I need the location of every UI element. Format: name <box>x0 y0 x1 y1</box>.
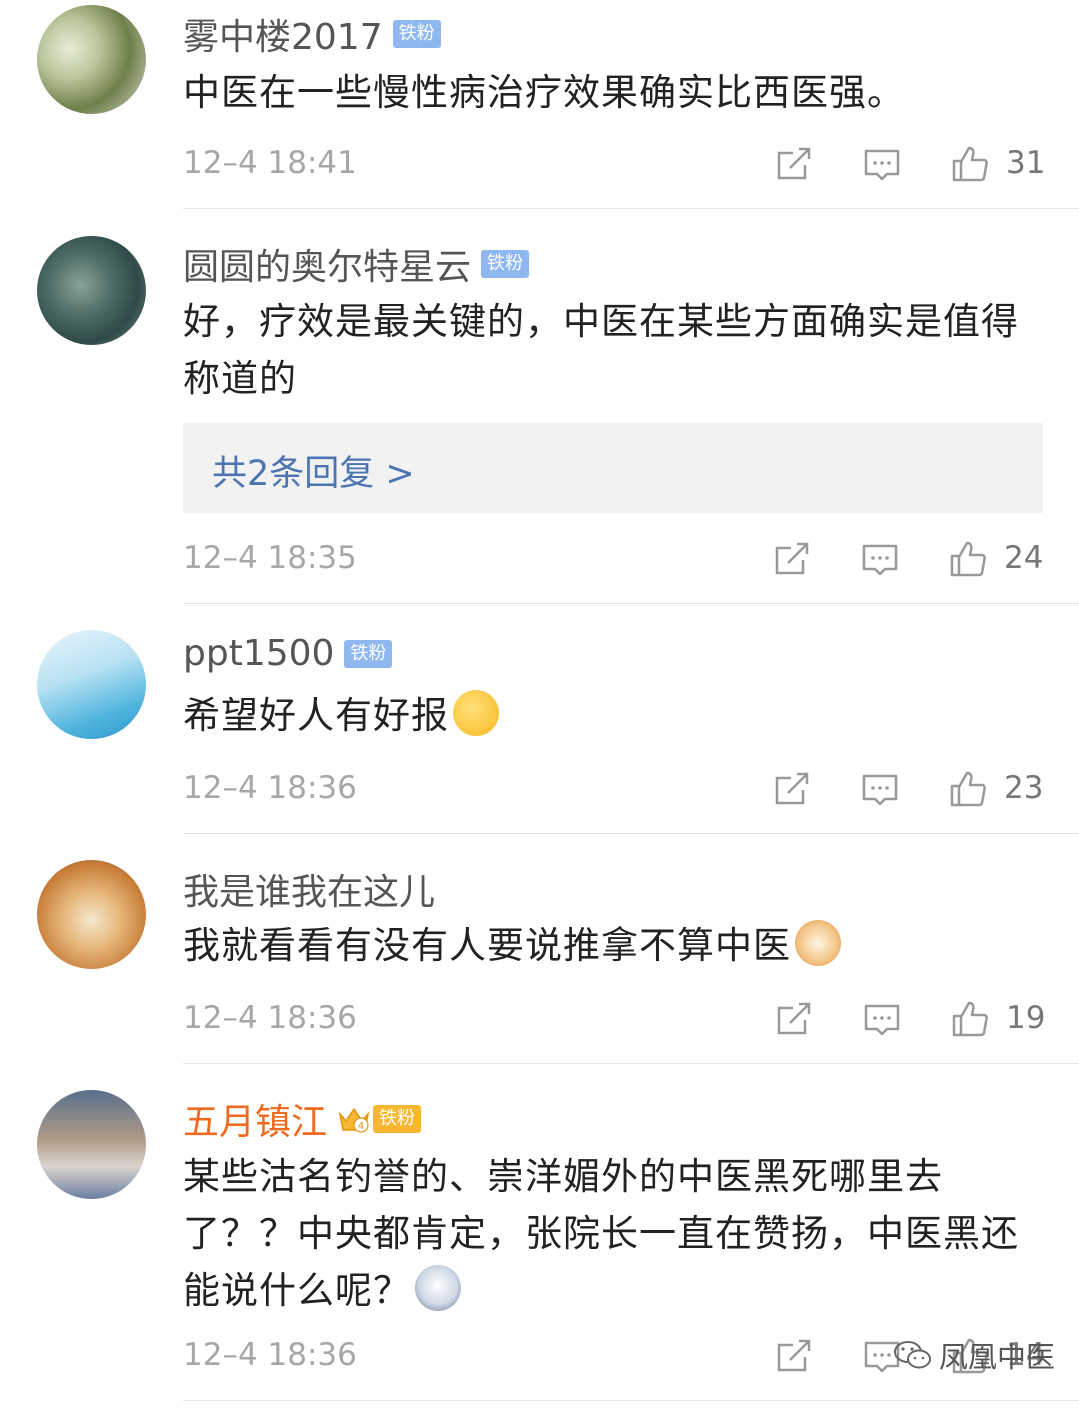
comment-icon[interactable] <box>861 540 901 580</box>
username[interactable]: ppt1500 铁粉 <box>183 633 393 674</box>
share-icon[interactable] <box>775 1337 815 1377</box>
timestamp: 12–4 18:35 <box>183 540 357 576</box>
timestamp: 12–4 18:36 <box>183 1000 357 1036</box>
like-icon[interactable] <box>951 1000 991 1040</box>
username[interactable]: 雾中楼2017 铁粉 <box>183 8 441 60</box>
comment-meta: 12–4 18:35 24 <box>183 540 1043 580</box>
like-icon[interactable] <box>949 540 989 580</box>
smile-emoji <box>453 690 499 736</box>
timestamp: 12–4 18:36 <box>183 1337 357 1373</box>
vip-crown-icon: 4 <box>337 1104 371 1134</box>
username-text[interactable]: 圆圆的奥尔特星云 <box>183 238 471 290</box>
avatar[interactable] <box>37 236 146 345</box>
divider <box>183 208 1079 209</box>
like-count: 24 <box>1004 540 1044 576</box>
husky-emoji <box>415 1265 461 1311</box>
avatar[interactable] <box>37 1090 146 1199</box>
comment-text-content: 希望好人有好报 <box>183 694 449 737</box>
username[interactable]: 五月镇江 4 铁粉 <box>183 1093 422 1145</box>
comment-icon[interactable] <box>861 770 901 810</box>
like-icon[interactable] <box>949 770 989 810</box>
like-count: 19 <box>1006 1000 1046 1036</box>
comment-text-content: 我就看看有没有人要说推拿不算中医 <box>183 924 791 967</box>
watermark-text: 凤凰中医 <box>939 1340 1056 1374</box>
username-text[interactable]: 五月镇江 <box>183 1093 327 1145</box>
avatar[interactable] <box>37 630 146 739</box>
comment-text: 某些沽名钓誉的、崇洋媚外的中医黑死哪里去了？？中央都肯定，张院长一直在赞扬，中医… <box>183 1148 1033 1319</box>
comment-icon[interactable] <box>863 145 903 185</box>
comment-meta: 12–4 18:36 23 <box>183 770 1043 810</box>
username-text[interactable]: 雾中楼2017 <box>183 8 383 60</box>
replies-box[interactable]: 共2条回复 > <box>183 423 1043 513</box>
comment-meta: 12–4 18:41 31 <box>183 145 1046 185</box>
timestamp: 12–4 18:41 <box>183 145 357 181</box>
divider <box>183 833 1079 834</box>
comment-text: 好，疗效是最关键的，中医在某些方面确实是值得称道的 <box>183 300 1019 400</box>
fan-badge: 铁粉 <box>481 250 530 278</box>
fan-badge: 铁粉 <box>344 639 393 668</box>
timestamp: 12–4 18:36 <box>183 770 357 806</box>
watermark: 凤凰中医 <box>893 1335 1055 1375</box>
share-icon[interactable] <box>773 540 813 580</box>
like-count: 31 <box>1006 145 1046 181</box>
username-text[interactable]: 我是谁我在这儿 <box>183 863 435 915</box>
comment-text: 希望好人有好报 <box>183 687 1033 744</box>
divider <box>183 603 1079 604</box>
cat-emoji <box>795 920 841 966</box>
fan-badge: 铁粉 <box>392 20 441 48</box>
comment-text-content: 某些沽名钓誉的、崇洋媚外的中医黑死哪里去了？？中央都肯定，张院长一直在赞扬，中医… <box>183 1155 1019 1312</box>
avatar[interactable] <box>37 860 146 969</box>
share-icon[interactable] <box>773 770 813 810</box>
like-count: 23 <box>1004 770 1044 806</box>
vip-level: 4 <box>358 1121 364 1132</box>
comment-text: 我就看看有没有人要说推拿不算中医 <box>183 917 1033 974</box>
username-text[interactable]: ppt1500 <box>183 633 334 674</box>
username[interactable]: 圆圆的奥尔特星云 铁粉 <box>183 238 530 290</box>
share-icon[interactable] <box>775 1000 815 1040</box>
replies-link[interactable]: 共2条回复 > <box>212 445 415 496</box>
wechat-icon <box>894 1341 931 1369</box>
share-icon[interactable] <box>775 145 815 185</box>
comment-icon[interactable] <box>863 1000 903 1040</box>
like-icon[interactable] <box>951 145 991 185</box>
divider <box>183 1063 1079 1064</box>
divider <box>183 1400 1079 1401</box>
comment-meta: 12–4 18:36 19 <box>183 1000 1046 1040</box>
fan-badge: 铁粉 <box>373 1105 422 1133</box>
avatar[interactable] <box>37 5 146 114</box>
comment-text: 中医在一些慢性病治疗效果确实比西医强。 <box>183 71 905 114</box>
username[interactable]: 我是谁我在这儿 <box>183 863 435 915</box>
